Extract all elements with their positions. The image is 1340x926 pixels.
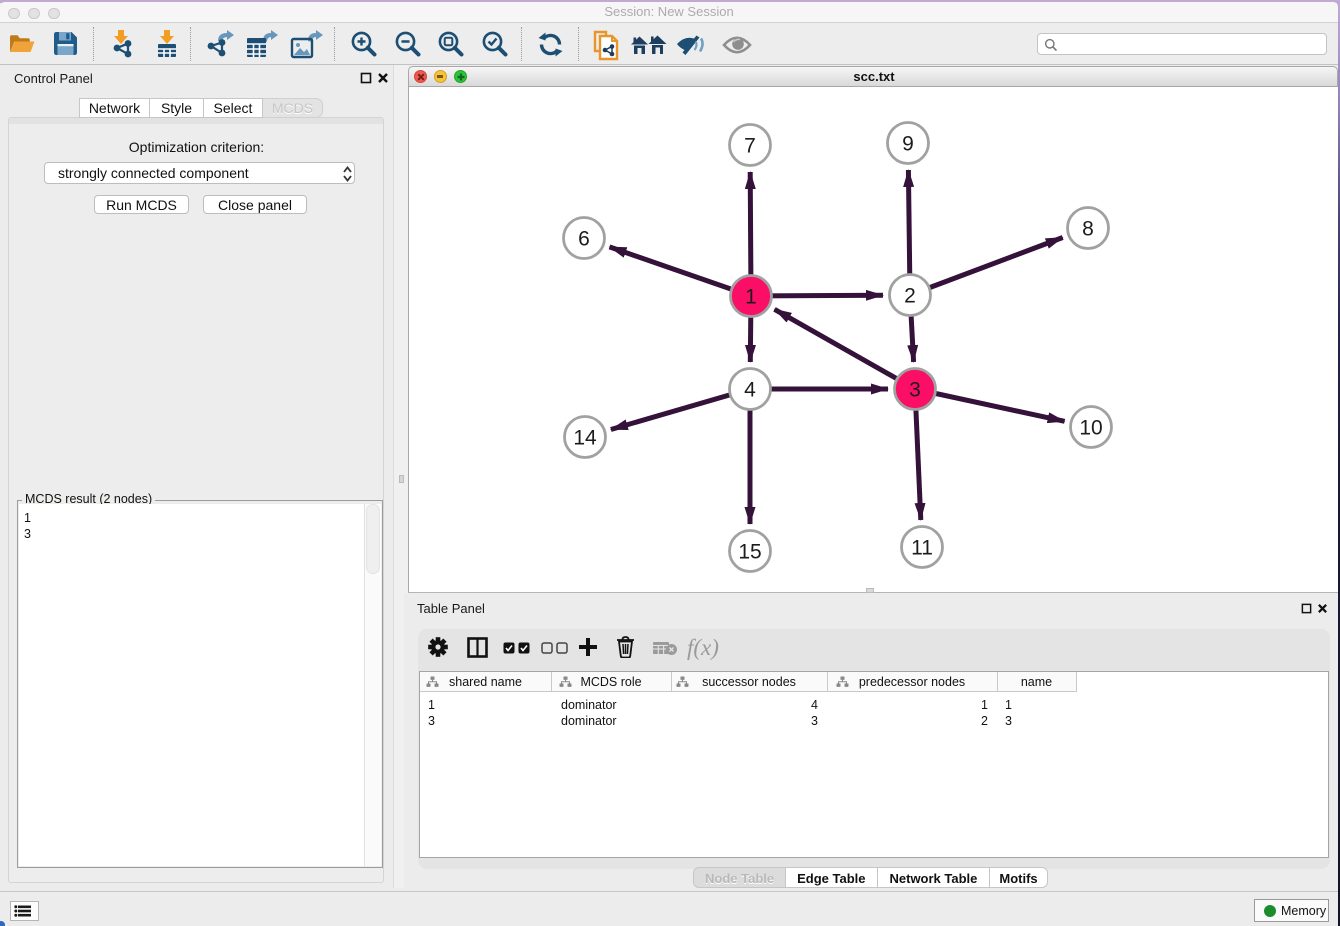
svg-text:9: 9 xyxy=(902,133,914,156)
svg-text:2: 2 xyxy=(904,285,916,308)
svg-text:15: 15 xyxy=(738,541,761,564)
svg-text:10: 10 xyxy=(1079,417,1102,440)
svg-text:14: 14 xyxy=(573,427,597,450)
svg-text:6: 6 xyxy=(578,228,590,251)
svg-text:4: 4 xyxy=(744,379,756,402)
svg-text:8: 8 xyxy=(1082,218,1094,241)
svg-text:11: 11 xyxy=(911,537,933,560)
svg-text:3: 3 xyxy=(909,379,921,402)
svg-text:1: 1 xyxy=(745,286,757,309)
svg-text:7: 7 xyxy=(744,135,756,158)
